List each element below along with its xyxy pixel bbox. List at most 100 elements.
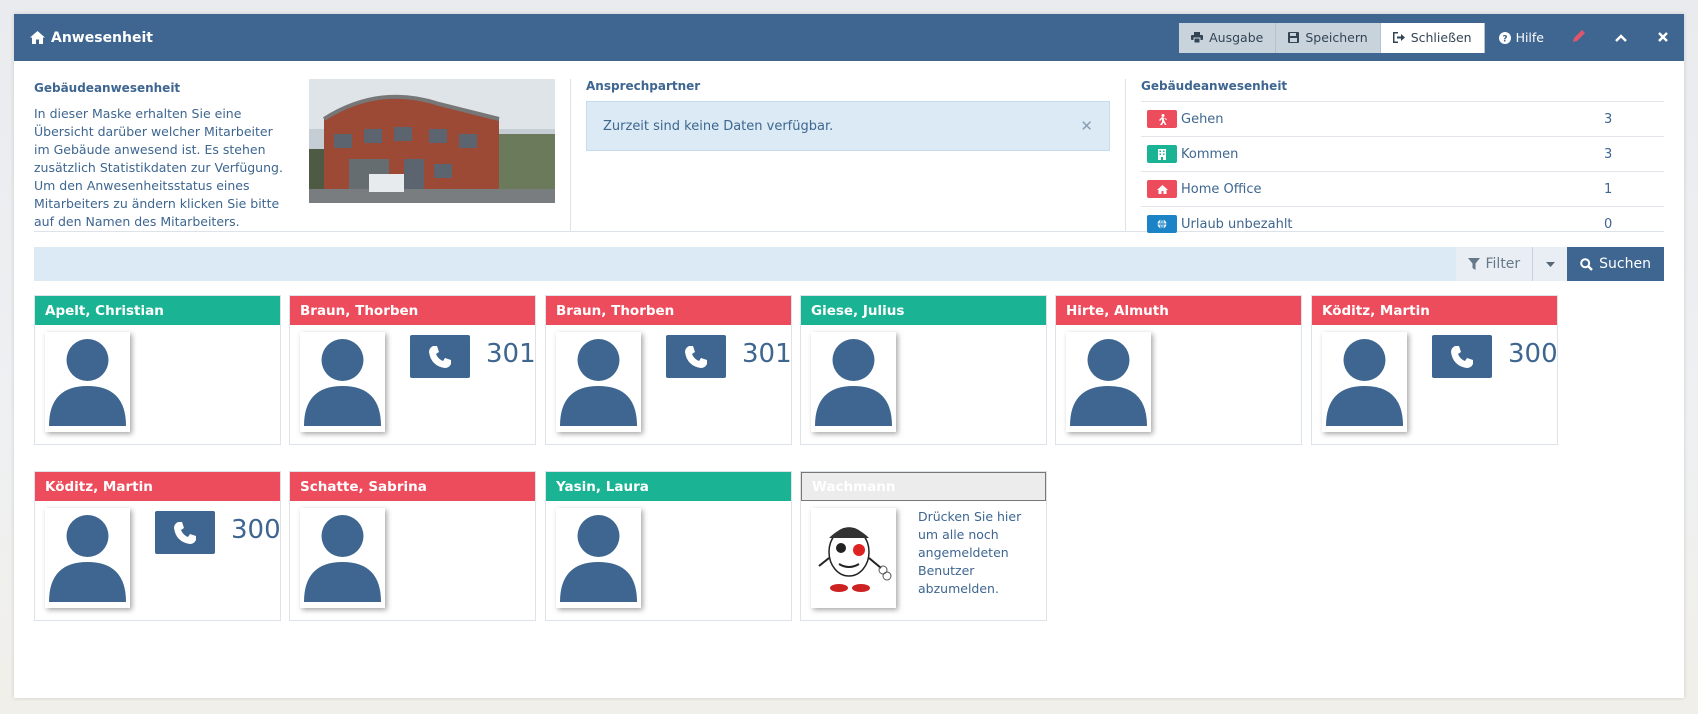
- guard-mascot-image: [811, 508, 896, 608]
- alert-close-icon[interactable]: ✕: [1080, 117, 1093, 135]
- building-icon: [1147, 145, 1177, 163]
- phone-extension: 301: [486, 339, 536, 369]
- contact-panel: Ansprechpartner Zurzeit sind keine Daten…: [570, 79, 1110, 231]
- contact-heading: Ansprechpartner: [586, 79, 701, 93]
- help-icon: ?: [1498, 31, 1511, 44]
- employee-card[interactable]: Köditz, Martin 300: [1311, 295, 1558, 445]
- guard-card[interactable]: Wachmann Drücken Sie hier um alle noch a…: [800, 471, 1047, 621]
- intro-heading: Gebäudeanwesenheit: [34, 81, 181, 95]
- alert-text: Zurzeit sind keine Daten verfügbar.: [603, 118, 834, 134]
- avatar: [1322, 332, 1407, 432]
- phone-extension: 301: [742, 339, 792, 369]
- stat-label-gehen[interactable]: Gehen: [1181, 112, 1224, 127]
- employee-card[interactable]: Hirte, Almuth: [1055, 295, 1302, 445]
- avatar: [1066, 332, 1151, 432]
- globe-icon: [1147, 215, 1177, 233]
- stat-count-home-office: 1: [1604, 181, 1613, 197]
- filter-label: Filter: [1485, 256, 1521, 272]
- guard-name[interactable]: Wachmann: [801, 472, 1046, 501]
- attendance-window: Anwesenheit Ausgabe Speichern Schließen …: [14, 14, 1684, 698]
- employee-name[interactable]: Köditz, Martin: [1312, 296, 1557, 325]
- print-label: Ausgabe: [1209, 30, 1264, 45]
- home-office-icon: [1147, 180, 1177, 198]
- close-button[interactable]: [1642, 30, 1684, 46]
- employee-grid: Apelt, Christian Braun, Thorben 301 Brau…: [34, 295, 1664, 625]
- info-section: Gebäudeanwesenheit In dieser Maske erhal…: [34, 61, 1664, 233]
- collapse-button[interactable]: [1600, 30, 1642, 46]
- employee-name[interactable]: Schatte, Sabrina: [290, 472, 535, 501]
- avatar: [45, 332, 130, 432]
- employee-name[interactable]: Braun, Thorben: [290, 296, 535, 325]
- print-button[interactable]: Ausgabe: [1179, 22, 1277, 53]
- save-button[interactable]: Speichern: [1276, 22, 1381, 53]
- help-button[interactable]: ? Hilfe: [1485, 30, 1558, 45]
- stat-row-home-office: Home Office 1: [1141, 171, 1664, 206]
- building-photo: [309, 79, 555, 203]
- search-button[interactable]: Suchen: [1567, 247, 1664, 281]
- print-icon: [1191, 32, 1204, 43]
- edit-button[interactable]: [1558, 29, 1600, 46]
- employee-card[interactable]: Schatte, Sabrina: [289, 471, 536, 621]
- save-label: Speichern: [1305, 30, 1368, 45]
- employee-name[interactable]: Apelt, Christian: [35, 296, 280, 325]
- intro-panel: Gebäudeanwesenheit In dieser Maske erhal…: [34, 79, 289, 231]
- employee-name[interactable]: Yasin, Laura: [546, 472, 791, 501]
- stats-panel: Gebäudeanwesenheit Gehen 3 Kommen 3 Home…: [1125, 79, 1664, 233]
- window-title: Anwesenheit: [30, 30, 153, 46]
- no-data-alert: Zurzeit sind keine Daten verfügbar. ✕: [586, 101, 1110, 151]
- save-icon: [1288, 32, 1300, 43]
- pencil-icon: [1573, 29, 1585, 42]
- phone-extension: 300: [1508, 339, 1558, 369]
- search-bar: Filter Suchen: [34, 247, 1664, 281]
- avatar: [300, 332, 385, 432]
- search-icon: [1580, 257, 1594, 271]
- phone-icon[interactable]: [1432, 335, 1492, 378]
- stat-row-urlaub: Urlaub unbezahlt 0: [1141, 206, 1664, 241]
- search-label: Suchen: [1599, 256, 1651, 272]
- employee-card[interactable]: Braun, Thorben 301: [289, 295, 536, 445]
- employee-card[interactable]: Yasin, Laura: [545, 471, 792, 621]
- employee-card[interactable]: Köditz, Martin 300: [34, 471, 281, 621]
- stat-count-gehen: 3: [1604, 111, 1613, 127]
- stat-label-home-office[interactable]: Home Office: [1181, 182, 1261, 197]
- phone-icon[interactable]: [155, 511, 215, 554]
- stat-row-gehen: Gehen 3: [1141, 101, 1664, 136]
- employee-card[interactable]: Giese, Julius: [800, 295, 1047, 445]
- caret-down-icon: [1545, 261, 1555, 267]
- close-window-button[interactable]: Schließen: [1380, 22, 1485, 53]
- employee-card[interactable]: Braun, Thorben 301: [545, 295, 792, 445]
- guard-text: Drücken Sie hier um alle noch angemeldet…: [918, 509, 1022, 596]
- avatar: [45, 508, 130, 608]
- sign-out-icon: [1392, 32, 1405, 43]
- avatar: [556, 332, 641, 432]
- intro-text: In dieser Maske erhalten Sie eine Übersi…: [34, 106, 283, 229]
- svg-text:?: ?: [1502, 34, 1507, 44]
- title-bar: Anwesenheit Ausgabe Speichern Schließen …: [14, 14, 1684, 61]
- stats-heading: Gebäudeanwesenheit: [1141, 79, 1288, 93]
- stat-row-kommen: Kommen 3: [1141, 136, 1664, 171]
- avatar: [811, 332, 896, 432]
- employee-card[interactable]: Apelt, Christian: [34, 295, 281, 445]
- employee-name[interactable]: Köditz, Martin: [35, 472, 280, 501]
- chevron-up-icon: [1615, 33, 1627, 42]
- avatar: [300, 508, 385, 608]
- phone-extension: 300: [231, 515, 281, 545]
- close-window-label: Schließen: [1410, 30, 1472, 45]
- phone-icon[interactable]: [666, 335, 726, 378]
- running-icon: [1147, 110, 1177, 128]
- window-title-text: Anwesenheit: [51, 29, 153, 46]
- stat-count-urlaub: 0: [1604, 216, 1613, 232]
- filter-button[interactable]: Filter: [1455, 247, 1534, 281]
- stat-label-kommen[interactable]: Kommen: [1181, 147, 1238, 162]
- phone-icon[interactable]: [410, 335, 470, 378]
- stat-label-urlaub[interactable]: Urlaub unbezahlt: [1181, 217, 1293, 232]
- help-label: Hilfe: [1515, 30, 1544, 45]
- filter-dropdown-button[interactable]: [1533, 247, 1568, 281]
- close-icon: [1658, 31, 1668, 42]
- filter-icon: [1467, 258, 1480, 270]
- avatar: [556, 508, 641, 608]
- employee-name[interactable]: Braun, Thorben: [546, 296, 791, 325]
- employee-name[interactable]: Hirte, Almuth: [1056, 296, 1301, 325]
- employee-name[interactable]: Giese, Julius: [801, 296, 1046, 325]
- home-icon: [30, 31, 45, 44]
